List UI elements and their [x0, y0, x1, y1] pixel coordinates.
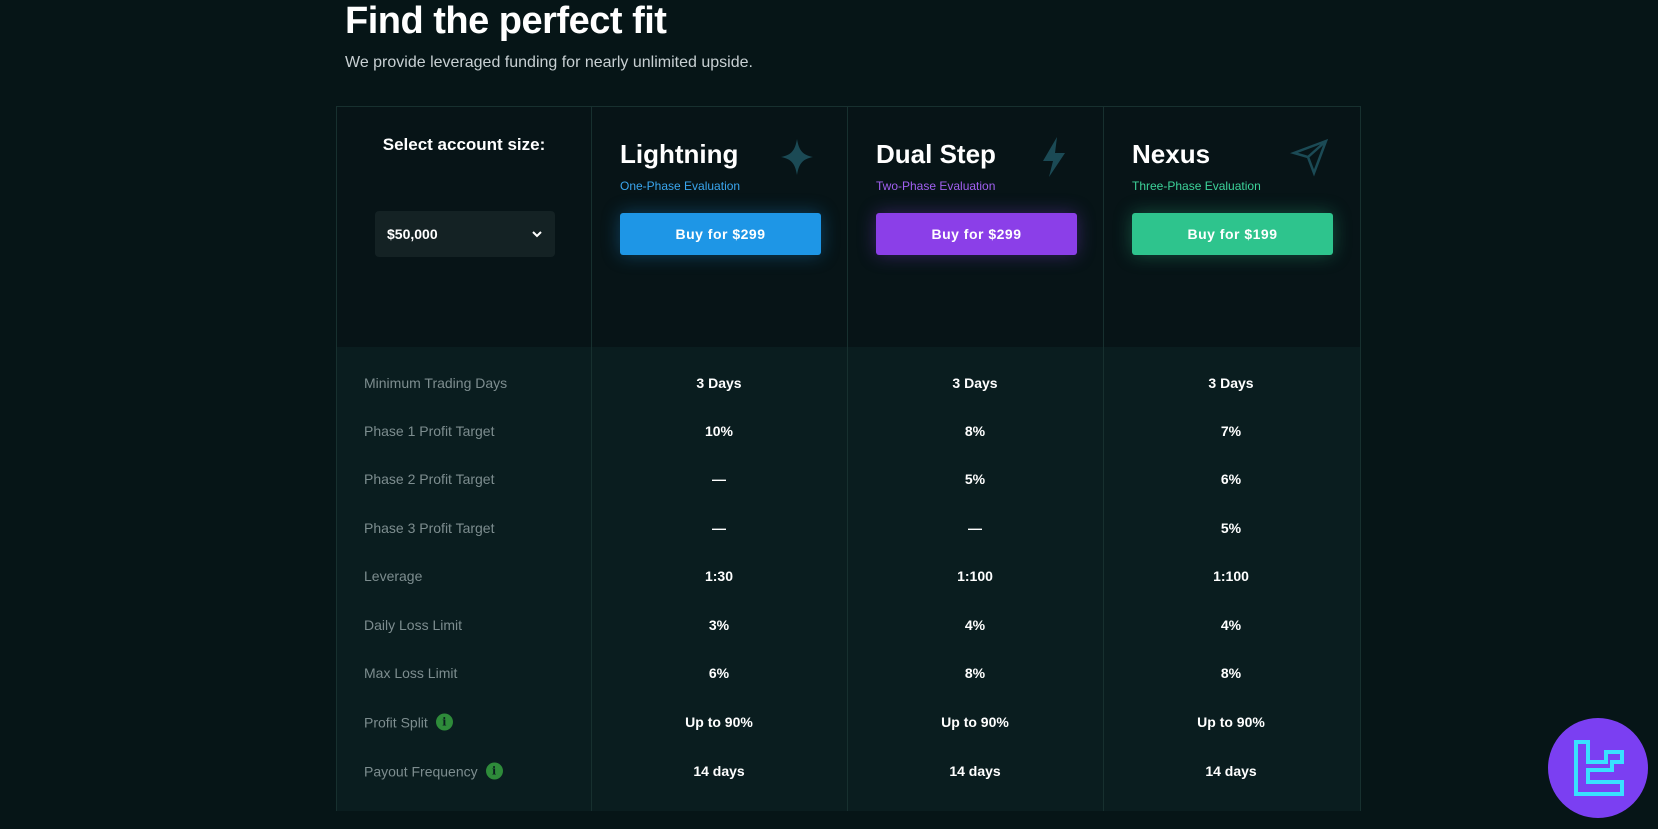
account-size-column: Select account size: $50,000 — [337, 107, 591, 347]
plan-header-section: Select account size: $50,000 Lightning O… — [337, 107, 1360, 348]
comparison-rows: Minimum Trading Days 3 Days 3 Days 3 Day… — [337, 347, 1360, 811]
plan-dual-step: Dual Step Two-Phase Evaluation Buy for $… — [847, 107, 1103, 347]
nexus-value: 3 Days — [1208, 375, 1254, 391]
buy-dual-step-button[interactable]: Buy for $299 — [876, 213, 1077, 255]
table-row: Leverage 1:30 1:100 1:100 — [337, 552, 1360, 600]
info-icon[interactable]: i — [485, 762, 503, 780]
lightning-value: — — [712, 520, 726, 536]
dual-step-value: 8% — [964, 423, 986, 439]
lightning-value: 1:30 — [704, 568, 734, 584]
brand-logo-badge — [1548, 718, 1648, 818]
nexus-value: 6% — [1220, 471, 1242, 487]
table-row: Phase 2 Profit Target — 5% 6% — [337, 455, 1360, 503]
dual-step-value: 1:100 — [957, 568, 993, 584]
lightning-value: Up to 90% — [685, 714, 753, 730]
lightning-value: 3 Days — [696, 375, 742, 391]
nexus-value: 7% — [1220, 423, 1242, 439]
paper-plane-icon — [1290, 138, 1329, 177]
row-label: Max Loss Limit — [364, 665, 458, 681]
table-row: Phase 3 Profit Target — — 5% — [337, 504, 1360, 552]
lightning-value: — — [712, 471, 726, 487]
table-row: Minimum Trading Days 3 Days 3 Days 3 Day… — [337, 359, 1360, 407]
table-row: Phase 1 Profit Target 10% 8% 7% — [337, 407, 1360, 455]
table-row: Payout Frequency i 14 days 14 days 14 da… — [337, 747, 1360, 795]
pricing-table: Select account size: $50,000 Lightning O… — [336, 106, 1361, 811]
dual-step-value: Up to 90% — [941, 714, 1009, 730]
row-label: Minimum Trading Days — [364, 375, 508, 391]
table-row: Daily Loss Limit 3% 4% 4% — [337, 601, 1360, 649]
buy-lightning-button[interactable]: Buy for $299 — [620, 213, 821, 255]
row-label: Phase 3 Profit Target — [364, 520, 495, 536]
plan-nexus: Nexus Three-Phase Evaluation Buy for $19… — [1103, 107, 1360, 347]
table-row: Max Loss Limit 6% 8% 8% — [337, 649, 1360, 697]
plan-subtitle: Three-Phase Evaluation — [1132, 179, 1261, 193]
page-title: Find the perfect fit — [345, 0, 667, 42]
plan-name: Nexus — [1132, 139, 1211, 169]
table-row: Profit Split i Up to 90% Up to 90% Up to… — [337, 698, 1360, 746]
plan-subtitle: Two-Phase Evaluation — [876, 179, 996, 193]
lightning-value: 10% — [704, 423, 734, 439]
dual-step-value: 14 days — [949, 763, 1001, 779]
dual-step-value: 5% — [964, 471, 986, 487]
nexus-value: 14 days — [1205, 763, 1257, 779]
dual-step-value: 8% — [964, 665, 986, 681]
buy-nexus-button[interactable]: Buy for $199 — [1132, 213, 1333, 255]
row-label: Daily Loss Limit — [364, 617, 463, 633]
lightning-value: 6% — [708, 665, 730, 681]
page-subtitle: We provide leveraged funding for nearly … — [345, 54, 753, 71]
lightning-value: 3% — [708, 617, 730, 633]
account-size-label: Select account size: — [382, 135, 546, 154]
plan-lightning: Lightning One-Phase Evaluation Buy for $… — [591, 107, 847, 347]
row-label: Profit Split i — [364, 713, 453, 731]
nexus-value: 1:100 — [1213, 568, 1249, 584]
dual-step-value: — — [968, 520, 982, 536]
nexus-value: 4% — [1220, 617, 1242, 633]
row-label: Leverage — [364, 568, 423, 584]
account-size-value: $50,000 — [387, 226, 438, 242]
dual-step-value: 3 Days — [952, 375, 998, 391]
logo-icon — [1574, 740, 1624, 796]
nexus-value: 5% — [1220, 520, 1242, 536]
nexus-value: 8% — [1220, 665, 1242, 681]
info-icon[interactable]: i — [435, 713, 453, 731]
lightning-value: 14 days — [693, 763, 745, 779]
sparkle-icon — [781, 139, 813, 175]
plan-subtitle: One-Phase Evaluation — [620, 179, 741, 193]
plan-name: Dual Step — [876, 139, 996, 169]
chevron-down-icon — [532, 231, 542, 238]
row-label: Payout Frequency i — [364, 762, 503, 780]
plan-name: Lightning — [620, 139, 739, 169]
row-label: Phase 2 Profit Target — [364, 471, 495, 487]
account-size-select[interactable]: $50,000 — [375, 211, 555, 257]
nexus-value: Up to 90% — [1197, 714, 1265, 730]
lightning-icon — [1043, 137, 1065, 177]
row-label: Phase 1 Profit Target — [364, 423, 495, 439]
dual-step-value: 4% — [964, 617, 986, 633]
